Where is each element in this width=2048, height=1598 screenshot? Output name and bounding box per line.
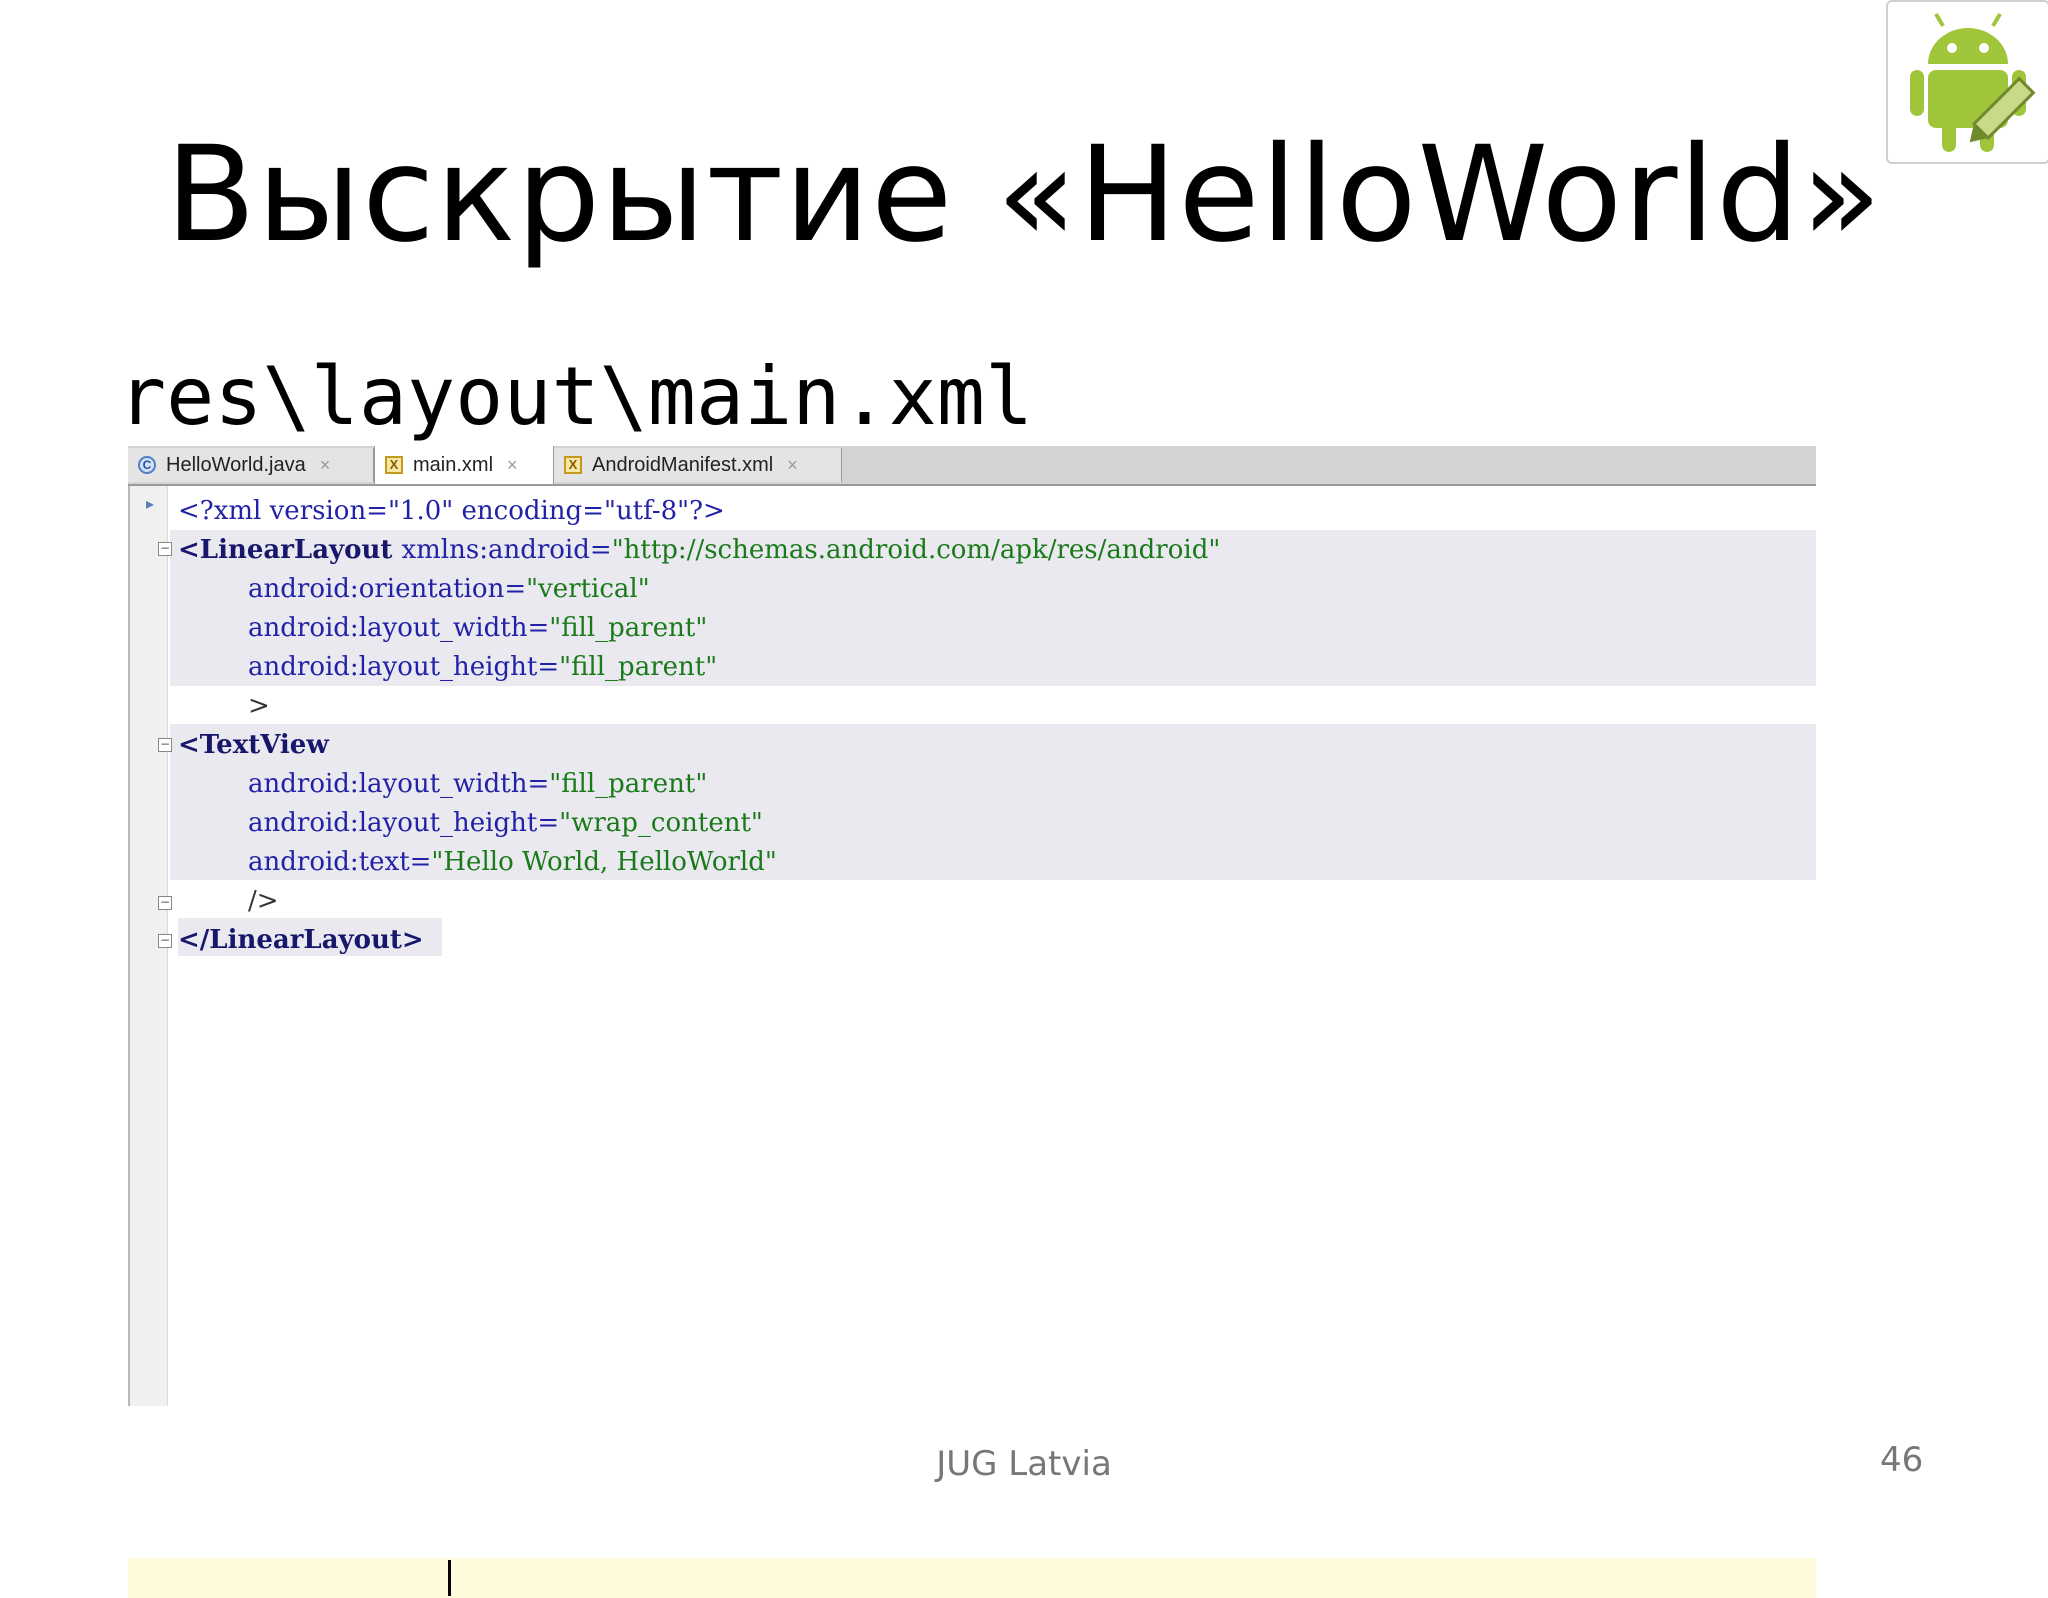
close-icon[interactable]: × xyxy=(787,455,798,476)
code-token: "fill_parent" xyxy=(549,613,708,643)
code-token: > xyxy=(248,691,270,721)
code-token: "vertical" xyxy=(526,574,650,604)
text-caret xyxy=(448,1560,451,1596)
code-token: xmlns:android= xyxy=(401,535,612,565)
code-line: android:layout_width="fill_parent" xyxy=(248,609,707,648)
code-token: android:layout_width= xyxy=(248,613,550,643)
code-line: android:text="Hello World, HelloWorld" xyxy=(248,843,777,882)
java-class-icon: C xyxy=(138,456,156,474)
code-token: "fill_parent" xyxy=(549,769,708,799)
code-token: <?xml version="1.0" encoding="utf-8"?> xyxy=(178,496,725,526)
code-line: > xyxy=(248,687,270,726)
code-line: <TextView xyxy=(178,726,329,765)
code-token: "http://schemas.android.com/apk/res/andr… xyxy=(611,535,1221,565)
tab-label: HelloWorld.java xyxy=(166,453,306,476)
code-line: android:orientation="vertical" xyxy=(248,570,650,609)
code-token: "fill_parent" xyxy=(559,652,718,682)
code-token: android:layout_height= xyxy=(248,808,560,838)
code-token: "Hello World, HelloWorld" xyxy=(431,847,777,877)
code-token: /> xyxy=(248,886,279,916)
close-icon[interactable]: × xyxy=(507,455,518,476)
android-logo xyxy=(1886,0,2048,164)
quick-diff-marker-icon: ▸ xyxy=(146,494,155,513)
xml-file-icon: X xyxy=(564,456,582,474)
code-line: <LinearLayout xmlns:android="http://sche… xyxy=(178,531,1220,570)
fold-end-icon: − xyxy=(158,933,172,948)
file-path-label: res\layout\main.xml xyxy=(118,350,1034,443)
editor-tab-bar: C HelloWorld.java × X main.xml × X Andro… xyxy=(128,446,1816,486)
code-token: android:layout_height= xyxy=(248,652,560,682)
tab-helloworld-java[interactable]: C HelloWorld.java × xyxy=(128,448,374,482)
code-line: </LinearLayout> xyxy=(178,921,424,960)
code-editor[interactable]: C HelloWorld.java × X main.xml × X Andro… xyxy=(128,446,1816,1598)
tab-main-xml[interactable]: X main.xml × xyxy=(374,446,554,484)
fold-end-icon: − xyxy=(158,895,172,910)
slide-footer: JUG Latvia xyxy=(936,1444,1112,1484)
code-line: /> xyxy=(248,882,279,921)
tab-label: main.xml xyxy=(413,453,494,476)
close-icon[interactable]: × xyxy=(320,455,331,476)
code-line: android:layout_height="fill_parent" xyxy=(248,648,717,687)
fold-collapse-icon[interactable]: − xyxy=(158,738,172,752)
code-token: android:text= xyxy=(248,847,432,877)
code-token: android:orientation= xyxy=(248,574,527,604)
page-number: 46 xyxy=(1880,1440,1924,1480)
code-line: android:layout_width="fill_parent" xyxy=(248,765,707,804)
code-token: <TextView xyxy=(178,730,329,760)
tab-androidmanifest-xml[interactable]: X AndroidManifest.xml × xyxy=(554,448,842,482)
code-token: "wrap_content" xyxy=(559,808,763,838)
xml-file-icon: X xyxy=(385,456,403,474)
tab-label: AndroidManifest.xml xyxy=(592,453,774,476)
code-line: android:layout_height="wrap_content" xyxy=(248,804,763,843)
android-robot-icon xyxy=(1910,12,2036,152)
current-line-highlight xyxy=(128,1558,1816,1598)
code-token: <LinearLayout xyxy=(178,535,402,565)
code-token: </LinearLayout> xyxy=(178,925,424,955)
code-token: android:layout_width= xyxy=(248,769,550,799)
fold-collapse-icon[interactable]: − xyxy=(158,542,172,556)
slide-title: Выскрытие «HelloWorld» xyxy=(165,118,1883,272)
code-line: <?xml version="1.0" encoding="utf-8"?> xyxy=(178,492,725,531)
